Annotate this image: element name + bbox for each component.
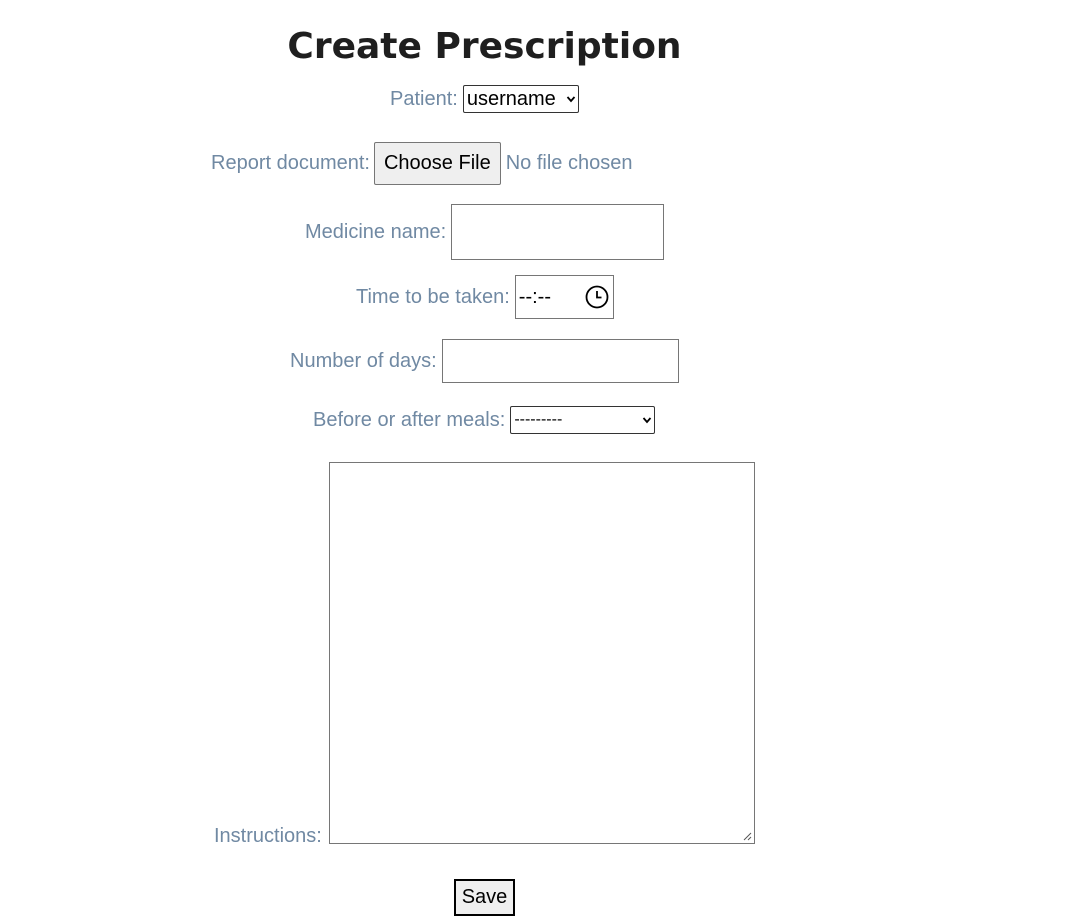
create-prescription-page: Create Prescription Patient: username Re…	[0, 0, 1069, 916]
time-input[interactable]: --:--	[514, 275, 614, 319]
meals-label: Before or after meals:	[313, 408, 506, 431]
time-row: Time to be taken: --:--	[356, 275, 614, 319]
time-label: Time to be taken:	[356, 285, 510, 308]
report-document-label: Report document:	[211, 151, 370, 174]
file-status-text: No file chosen	[505, 151, 633, 174]
medicine-name-row: Medicine name:	[305, 204, 665, 260]
number-of-days-row: Number of days:	[290, 339, 679, 383]
number-of-days-label: Number of days:	[290, 349, 437, 372]
patient-select[interactable]: username	[462, 85, 579, 113]
resize-grip-icon[interactable]	[743, 832, 752, 841]
chevron-down-icon	[566, 96, 576, 103]
meals-row: Before or after meals: ---------	[313, 406, 656, 434]
instructions-textarea[interactable]	[329, 462, 755, 844]
medicine-name-label: Medicine name:	[305, 220, 447, 243]
meals-select-value: ---------	[514, 411, 563, 428]
save-button[interactable]: Save	[454, 879, 515, 916]
chevron-down-icon	[643, 417, 652, 424]
time-input-value: --:--	[518, 285, 551, 308]
patient-label: Patient:	[390, 87, 458, 110]
patient-select-value: username	[466, 87, 556, 110]
patient-row: Patient: username	[390, 85, 579, 113]
instructions-label: Instructions:	[214, 825, 322, 847]
choose-file-button[interactable]: Choose File	[373, 141, 501, 185]
meals-select[interactable]: ---------	[510, 406, 656, 434]
clock-icon[interactable]	[585, 285, 609, 309]
number-of-days-input[interactable]	[441, 339, 679, 383]
report-document-row: Report document: Choose File No file cho…	[211, 141, 632, 185]
medicine-name-input[interactable]	[451, 204, 665, 260]
page-title: Create Prescription	[287, 26, 682, 67]
